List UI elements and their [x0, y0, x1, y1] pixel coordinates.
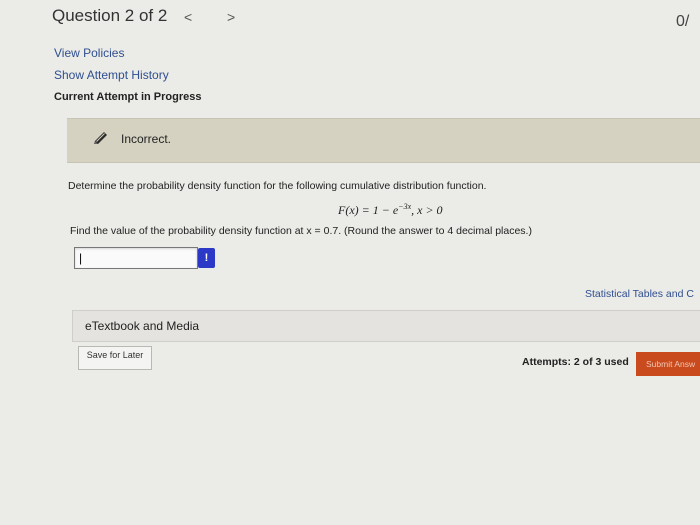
etextbook-label: eTextbook and Media — [85, 319, 200, 333]
score-display: 0/ — [676, 13, 690, 30]
submit-answer-button[interactable]: Submit Answ — [636, 352, 700, 376]
pencil-icon — [94, 132, 107, 144]
save-for-later-button[interactable]: Save for Later — [78, 346, 152, 370]
previous-question-button[interactable]: < — [184, 9, 192, 25]
show-attempt-history-link[interactable]: Show Attempt History — [54, 68, 169, 82]
answer-input[interactable] — [74, 247, 198, 269]
question-instruction: Find the value of the probability densit… — [70, 225, 532, 237]
attempt-status: Current Attempt in Progress — [54, 91, 202, 103]
statistical-tables-link[interactable]: Statistical Tables and C — [585, 288, 694, 300]
next-question-button[interactable]: > — [227, 9, 235, 25]
etextbook-media-section[interactable]: eTextbook and Media — [72, 310, 700, 342]
attempts-counter: Attempts: 2 of 3 used — [522, 356, 629, 368]
formula-exponent: −3x — [398, 202, 412, 211]
view-policies-link[interactable]: View Policies — [54, 46, 124, 60]
question-prompt: Determine the probability density functi… — [68, 180, 487, 192]
question-counter: Question 2 of 2 — [52, 6, 168, 25]
feedback-banner: Incorrect. — [67, 118, 700, 163]
feedback-text: Incorrect. — [121, 132, 172, 146]
input-status-icon[interactable]: ! — [198, 248, 215, 268]
formula-lhs: F(x) = 1 − e — [338, 203, 399, 217]
formula-rhs: , x > 0 — [411, 203, 443, 217]
cdf-formula: F(x) = 1 − e−3x, x > 0 — [338, 202, 443, 218]
